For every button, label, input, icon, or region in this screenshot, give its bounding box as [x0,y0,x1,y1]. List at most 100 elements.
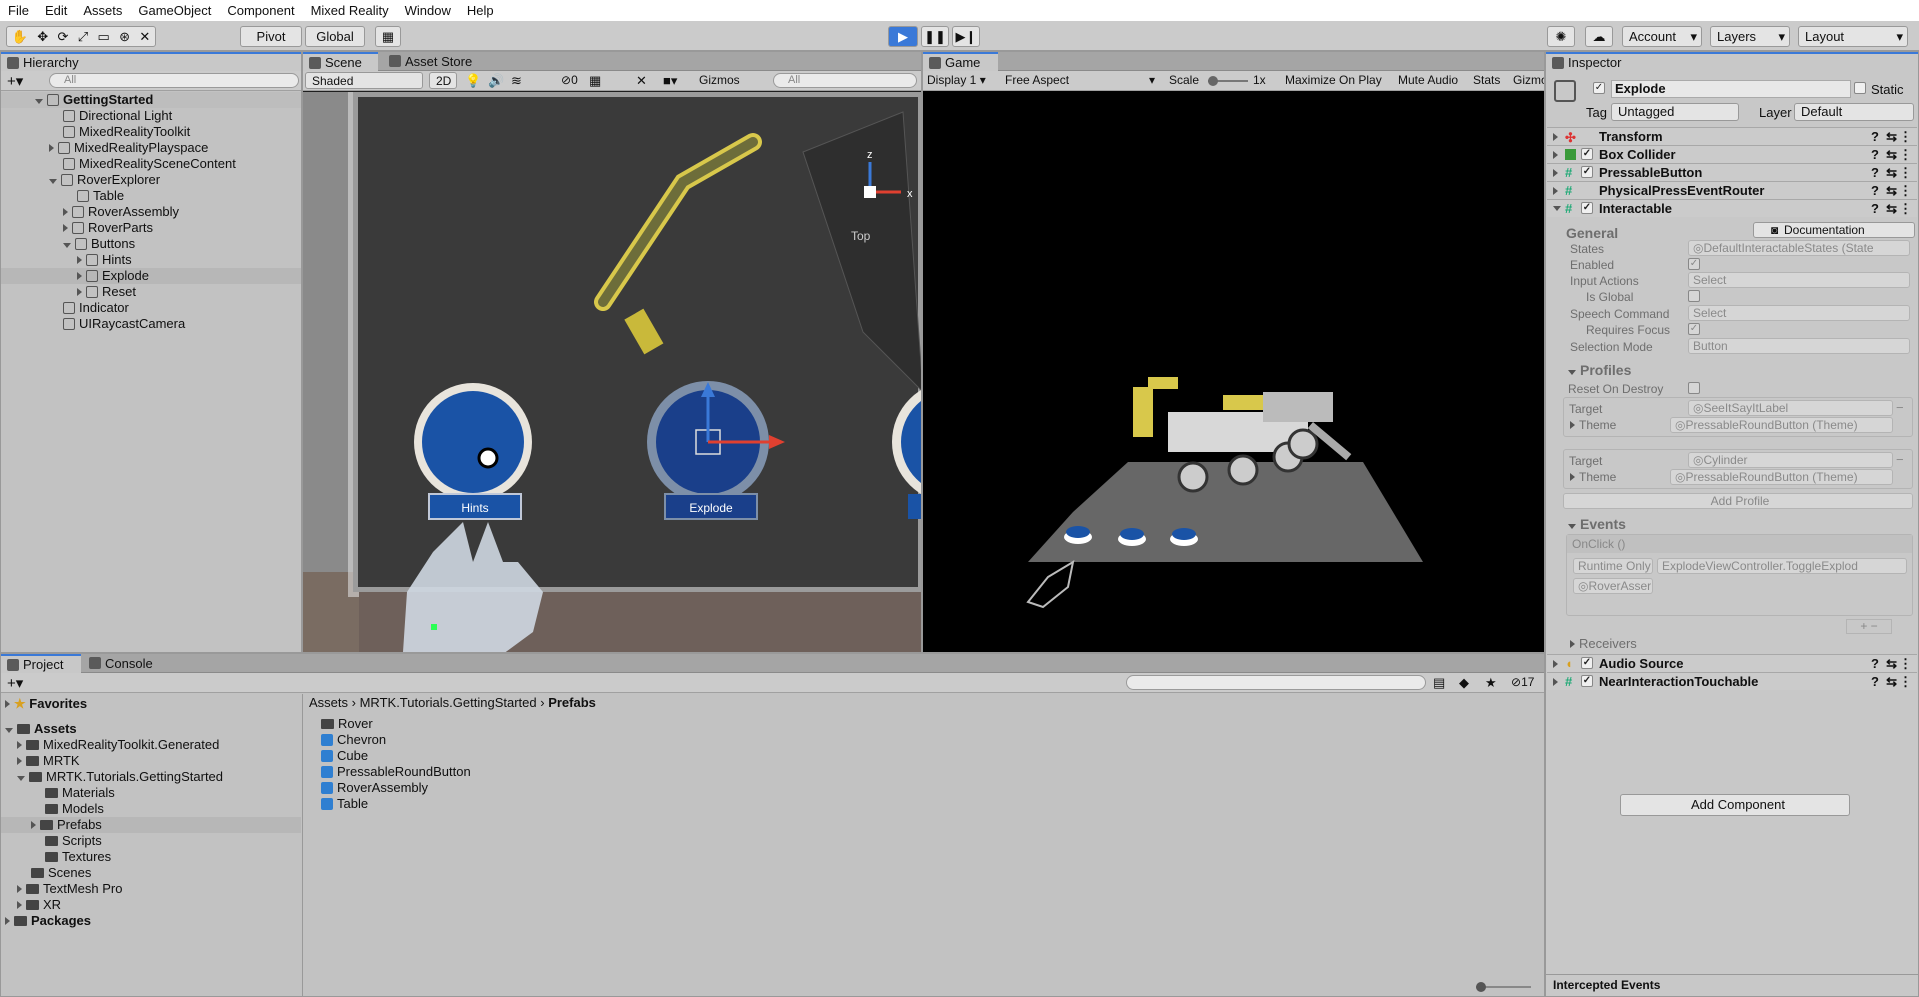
help-icon[interactable]: ? [1871,128,1879,145]
expand-icon[interactable] [17,776,25,781]
folder-item[interactable]: Scenes [31,865,91,881]
more-icon[interactable]: ⋮ [1899,164,1912,181]
preset-icon[interactable]: ⇆ [1886,164,1897,181]
more-icon[interactable]: ⋮ [1899,182,1912,199]
audio-icon[interactable]: 🔊 [488,73,504,89]
hierarchy-item[interactable]: Buttons [63,236,135,252]
hierarchy-item[interactable]: Indicator [63,300,129,316]
2d-toggle[interactable]: 2D [429,72,457,89]
tab-project[interactable]: Project [1,654,81,673]
scene-viewport[interactable]: x z Top Hints Explode [303,92,922,653]
help-icon[interactable]: ? [1871,200,1879,217]
move-tool-icon[interactable]: ✥ [37,29,48,45]
filter-label-icon[interactable]: ◆ [1459,675,1469,691]
add-component-button[interactable]: Add Component [1620,794,1850,816]
menu-assets[interactable]: Assets [75,0,130,21]
hierarchy-item-selected[interactable]: Explode [1,268,301,284]
component-physical-press-event-router[interactable]: # PhysicalPressEventRouter? ⇆ ⋮ [1547,181,1917,199]
hierarchy-item[interactable]: RoverAssembly [63,204,179,220]
expand-icon[interactable] [17,757,22,765]
play-button[interactable]: ▶ [888,26,918,47]
hierarchy-item[interactable]: MixedRealitySceneContent [63,156,236,172]
folder-item[interactable]: Textures [45,849,111,865]
breadcrumb-item[interactable]: Prefabs [548,695,596,710]
scene-root[interactable]: GettingStarted [1,92,301,108]
hand-tool-icon[interactable]: ✋ [12,29,28,45]
layer-dropdown[interactable]: Default [1794,103,1914,121]
more-icon[interactable]: ⋮ [1899,146,1912,163]
transform-tools[interactable]: ✋ ✥ ⟳ ⤢ ▭ ⊛ ✕ [6,26,156,47]
hierarchy-item[interactable]: Table [77,188,124,204]
favorite-star-icon[interactable]: ★ [1485,675,1497,691]
expand-icon[interactable] [31,821,36,829]
menu-mixed-reality[interactable]: Mixed Reality [303,0,397,21]
asset-item[interactable]: Table [321,796,368,812]
scale-tool-icon[interactable]: ⤢ [78,29,88,45]
events-section-label[interactable]: Events [1568,516,1626,532]
component-interactable[interactable]: # ✓ Interactable? ⇆ ⋮ [1547,199,1917,217]
cloud-button[interactable]: ☁ [1585,26,1613,47]
requires-focus-checkbox[interactable]: ✓ [1688,323,1700,335]
account-dropdown[interactable]: Account ▾ [1622,26,1702,47]
shading-dropdown[interactable]: Shaded [305,72,423,89]
add-profile-button[interactable]: Add Profile [1563,493,1913,509]
runtime-dropdown[interactable]: Runtime Only [1573,558,1653,574]
favorites-item[interactable]: ★ Favorites [5,696,87,712]
grid-icon[interactable]: ▦ [589,73,601,89]
menu-file[interactable]: File [0,0,37,21]
scale-slider[interactable] [1208,76,1248,86]
rotate-tool-icon[interactable]: ⟳ [57,29,68,45]
asset-item[interactable]: RoverAssembly [321,780,428,796]
component-enabled-checkbox[interactable]: ✓ [1581,166,1593,178]
tab-inspector[interactable]: Inspector [1546,52,1918,71]
component-enabled-checkbox[interactable]: ✓ [1581,202,1593,214]
component-enabled-checkbox[interactable]: ✓ [1581,148,1593,160]
expand-icon[interactable] [5,917,10,925]
hints-button-object[interactable]: Hints [414,383,532,520]
preset-icon[interactable]: ⇆ [1886,146,1897,163]
hierarchy-item[interactable]: MixedRealityPlayspace [49,140,208,156]
folder-item[interactable]: TextMesh Pro [17,881,122,897]
folder-item[interactable]: MRTK [17,753,80,769]
component-audio-source[interactable]: ◖ ✓ Audio Source? ⇆ ⋮ [1547,654,1917,672]
asset-item[interactable]: Rover [321,716,373,732]
input-actions-dropdown[interactable]: Select [1688,272,1910,288]
pause-button[interactable]: ❚❚ [921,26,949,47]
speech-command-dropdown[interactable]: Select [1688,305,1910,321]
intercepted-events-bar[interactable]: Intercepted Events [1546,974,1918,996]
component-transform[interactable]: ✣ Transform? ⇆ ⋮ [1547,127,1917,145]
hidden-packages-count[interactable]: ⊘17 [1511,675,1534,689]
scene-search-input[interactable]: All [773,73,917,88]
step-button[interactable]: ▶❙ [952,26,980,47]
expand-icon[interactable] [5,728,13,733]
expand-icon[interactable] [77,256,82,264]
selection-mode-dropdown[interactable]: Button [1688,338,1910,354]
hierarchy-item[interactable]: Reset [77,284,136,300]
grid-snap-button[interactable]: ▦ [375,26,401,47]
more-icon[interactable]: ⋮ [1899,200,1912,217]
display-dropdown[interactable]: Display 1 ▾ [927,73,986,87]
transform-tool-icon[interactable]: ⊛ [119,29,130,45]
expand-icon[interactable] [77,288,82,296]
component-box-collider[interactable]: ✓ Box Collider? ⇆ ⋮ [1547,145,1917,163]
expand-icon[interactable] [77,272,82,280]
function-dropdown[interactable]: ExplodeViewController.ToggleExplod [1657,558,1907,574]
object-name-field[interactable]: Explode [1611,80,1851,98]
hidden-objects-count[interactable]: ⊘0 [561,73,578,87]
folder-item[interactable]: XR [17,897,61,913]
expand-icon[interactable] [63,208,68,216]
theme-label[interactable]: Theme [1570,418,1616,432]
expand-icon[interactable] [35,99,43,104]
target-field[interactable]: ◎SeeItSayItLabel [1688,400,1893,416]
help-icon[interactable]: ? [1871,146,1879,163]
rect-tool-icon[interactable]: ▭ [97,29,109,45]
layers-dropdown[interactable]: Layers ▾ [1710,26,1790,47]
expand-icon[interactable] [5,700,10,708]
tools-icon[interactable]: ✕ [636,73,647,89]
assets-root-item[interactable]: Assets [5,721,77,737]
theme-label[interactable]: Theme [1570,470,1616,484]
project-search-input[interactable] [1126,675,1426,690]
remove-icon[interactable]: − [1896,452,1904,467]
maximize-on-play-toggle[interactable]: Maximize On Play [1285,73,1382,87]
asset-item[interactable]: PressableRoundButton [321,764,471,780]
